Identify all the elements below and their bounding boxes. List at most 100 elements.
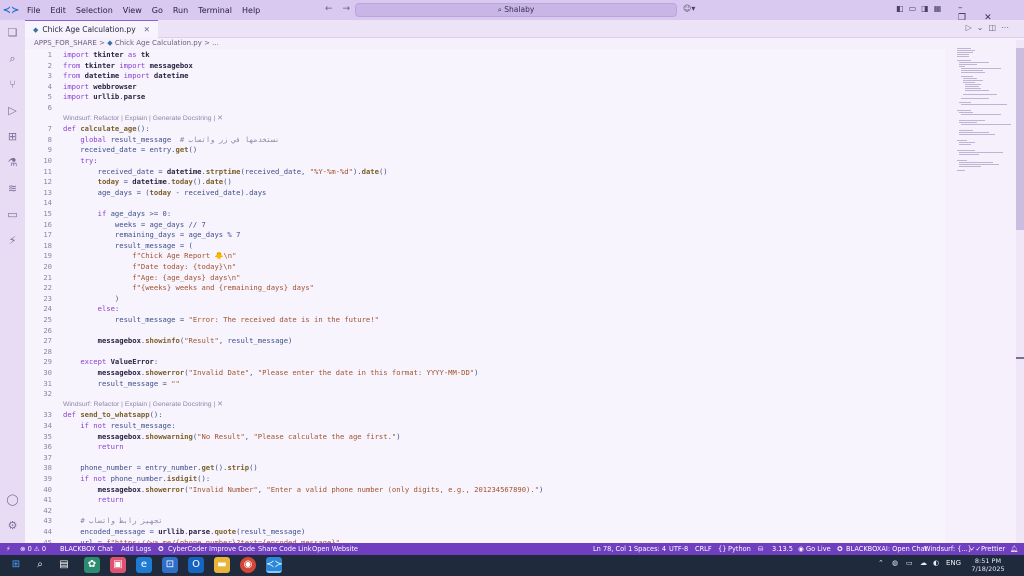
code-line[interactable]: 19 f"Chick Age Report 🐥\n" bbox=[25, 251, 945, 262]
go-live-button[interactable]: Go Live bbox=[806, 543, 831, 555]
photos-app-icon[interactable]: ▣ bbox=[110, 557, 126, 573]
code-line[interactable]: 13 age_days = (today - received_date).da… bbox=[25, 188, 945, 199]
notifications-bell-icon[interactable]: 🔔︎ bbox=[1010, 543, 1018, 555]
code-line[interactable]: 4 import webbrowser bbox=[25, 82, 945, 93]
code-line[interactable]: 15 if age_days >= 0: bbox=[25, 209, 945, 220]
menu-help[interactable]: Help bbox=[237, 6, 265, 15]
windsurf-codelens[interactable]: Windsurf: Refactor | Explain | Generate … bbox=[63, 114, 223, 124]
menu-selection[interactable]: Selection bbox=[71, 6, 118, 15]
code-line[interactable]: 43 # تجهيز رابط واتساب bbox=[25, 516, 945, 527]
problems-count[interactable]: ⊗ 0 ⚠ 0 bbox=[20, 543, 46, 555]
cybercoder-button[interactable]: CyberCoder bbox=[168, 543, 207, 555]
windows-start-icon[interactable]: ⊞ bbox=[8, 557, 24, 573]
tray-chevron-icon[interactable]: ⌃ bbox=[878, 559, 884, 567]
share-code-link-button[interactable]: Share Code Link bbox=[258, 543, 312, 555]
code-line[interactable]: 6 bbox=[25, 103, 945, 114]
indentation[interactable]: Spaces: 4 bbox=[634, 543, 666, 555]
testing-icon[interactable]: ⚗ bbox=[0, 150, 25, 176]
code-line[interactable]: 39 if not phone_number.isdigit(): bbox=[25, 474, 945, 485]
code-line[interactable]: 36 return bbox=[25, 442, 945, 453]
code-line[interactable]: 24 else: bbox=[25, 304, 945, 315]
code-line[interactable]: 9 received_date = entry.get() bbox=[25, 145, 945, 156]
remote-indicator[interactable]: ⚡ bbox=[6, 543, 11, 555]
explorer-icon[interactable]: ❏ bbox=[0, 20, 25, 46]
task-view-icon[interactable]: ▤ bbox=[56, 557, 72, 573]
code-line[interactable]: 2 from tkinter import messagebox bbox=[25, 61, 945, 72]
menu-run[interactable]: Run bbox=[168, 6, 193, 15]
toggle-sidebar-icon[interactable]: ◧ bbox=[896, 4, 909, 13]
code-editor[interactable]: 1 import tkinter as tk 2 from tkinter impor… bbox=[25, 49, 945, 543]
code-line[interactable]: 32 bbox=[25, 389, 945, 400]
improve-code-button[interactable]: Improve Code bbox=[209, 543, 255, 555]
add-logs-button[interactable]: Add Logs bbox=[121, 543, 151, 555]
code-line[interactable]: 27 messagebox.showinfo("Result", result_… bbox=[25, 336, 945, 347]
code-line[interactable]: 16 weeks = age_days // 7 bbox=[25, 220, 945, 231]
code-line[interactable]: 14 bbox=[25, 198, 945, 209]
code-line[interactable]: 42 bbox=[25, 506, 945, 517]
vscode-app-icon[interactable]: ≺≻ bbox=[266, 557, 283, 573]
windsurf-codelens[interactable]: Windsurf: Refactor | Explain | Generate … bbox=[63, 400, 223, 410]
code-line[interactable]: 7 def calculate_age(): bbox=[25, 124, 945, 135]
menu-terminal[interactable]: Terminal bbox=[193, 6, 237, 15]
code-line[interactable]: 28 bbox=[25, 347, 945, 358]
tray-app2-icon[interactable]: ◐ bbox=[933, 559, 939, 567]
extensions-icon[interactable]: ⊞ bbox=[0, 124, 25, 150]
store-app-icon[interactable]: ⊡ bbox=[162, 557, 178, 573]
menu-view[interactable]: View bbox=[118, 6, 147, 15]
copilot-app-icon[interactable]: ✿ bbox=[84, 557, 100, 573]
breadcrumb-file[interactable]: Chick Age Calculation.py bbox=[115, 39, 202, 47]
blackbox-chat-button[interactable]: BLACKBOX Chat bbox=[60, 543, 113, 555]
end-of-line[interactable]: CRLF bbox=[695, 543, 712, 555]
code-line[interactable]: 37 bbox=[25, 453, 945, 464]
code-line[interactable]: 22 f"{weeks} weeks and {remaining_days} … bbox=[25, 283, 945, 294]
code-line[interactable]: 44 encoded_message = urllib.parse.quote(… bbox=[25, 527, 945, 538]
account-icon[interactable]: ◯ bbox=[0, 487, 25, 513]
code-line[interactable]: 34 if not result_message: bbox=[25, 421, 945, 432]
open-website-button[interactable]: Open Website bbox=[312, 543, 358, 555]
code-line[interactable]: 3 from datetime import datetime bbox=[25, 71, 945, 82]
edge-browser-icon[interactable]: e bbox=[136, 557, 152, 573]
settings-gear-icon[interactable]: ⚙ bbox=[0, 513, 25, 539]
code-line[interactable]: 25 result_message = "Error: The received… bbox=[25, 315, 945, 326]
remote-explorer-icon[interactable]: ▭ bbox=[0, 202, 25, 228]
run-python-icon[interactable]: ▷ bbox=[966, 23, 977, 32]
code-line[interactable]: 5 import urllib.parse bbox=[25, 92, 945, 103]
copilot-icon[interactable]: ☺▾ bbox=[683, 4, 695, 13]
code-line[interactable]: 41 return bbox=[25, 495, 945, 506]
more-actions-icon[interactable]: ⋯ bbox=[1001, 23, 1014, 32]
windsurf-icon[interactable]: ≋ bbox=[0, 176, 25, 202]
code-line[interactable]: 23 ) bbox=[25, 294, 945, 305]
system-clock[interactable]: 8:51 PM 7/18/2025 bbox=[962, 557, 1014, 573]
tray-cloud-icon[interactable]: ☁ bbox=[920, 559, 927, 567]
code-line[interactable]: 33 def send_to_whatsapp(): bbox=[25, 410, 945, 421]
scrollbar-thumb[interactable] bbox=[1016, 48, 1024, 230]
code-line[interactable]: 21 f"Age: {age_days} days\n" bbox=[25, 273, 945, 284]
code-line[interactable]: 26 bbox=[25, 326, 945, 337]
tray-display-icon[interactable]: ▭ bbox=[906, 559, 913, 567]
windsurf-status[interactable]: Windsurf: {...} bbox=[924, 543, 972, 555]
code-line[interactable]: 29 except ValueError: bbox=[25, 357, 945, 368]
encoding[interactable]: UTF-8 bbox=[669, 543, 688, 555]
tray-app-icon[interactable]: ◍ bbox=[892, 559, 898, 567]
close-tab-icon[interactable]: ✕ bbox=[144, 22, 150, 38]
code-line[interactable]: 11 received_date = datetime.strptime(rec… bbox=[25, 167, 945, 178]
toggle-panel-icon[interactable]: ▭ bbox=[909, 4, 922, 13]
code-line[interactable]: 20 f"Date today: {today}\n" bbox=[25, 262, 945, 273]
search-icon[interactable]: ⌕ bbox=[32, 557, 48, 573]
blackboxai-open-chat[interactable]: BLACKBOXAI: Open Chat bbox=[846, 543, 927, 555]
python-version[interactable]: 3.13.5 bbox=[772, 543, 793, 555]
code-line[interactable]: 1 import tkinter as tk bbox=[25, 50, 945, 61]
minimap[interactable] bbox=[948, 40, 1016, 543]
code-line[interactable]: 38 phone_number = entry_number.get().str… bbox=[25, 463, 945, 474]
code-line[interactable]: 10 try: bbox=[25, 156, 945, 167]
run-debug-icon[interactable]: ▷ bbox=[0, 98, 25, 124]
customize-layout-icon[interactable]: ▦ bbox=[934, 4, 947, 13]
input-language[interactable]: ENG bbox=[946, 559, 961, 567]
toggle-secondary-sidebar-icon[interactable]: ◨ bbox=[921, 4, 934, 13]
tab-chick-age-calculation[interactable]: ◆ Chick Age Calculation.py ✕ bbox=[25, 20, 158, 38]
menu-file[interactable]: File bbox=[22, 6, 45, 15]
breadcrumb-more[interactable]: > ... bbox=[204, 39, 219, 47]
outlook-app-icon[interactable]: O bbox=[188, 557, 204, 573]
code-line[interactable]: 35 messagebox.showwarning("No Result", "… bbox=[25, 432, 945, 443]
code-line[interactable]: 17 remaining_days = age_days % 7 bbox=[25, 230, 945, 241]
